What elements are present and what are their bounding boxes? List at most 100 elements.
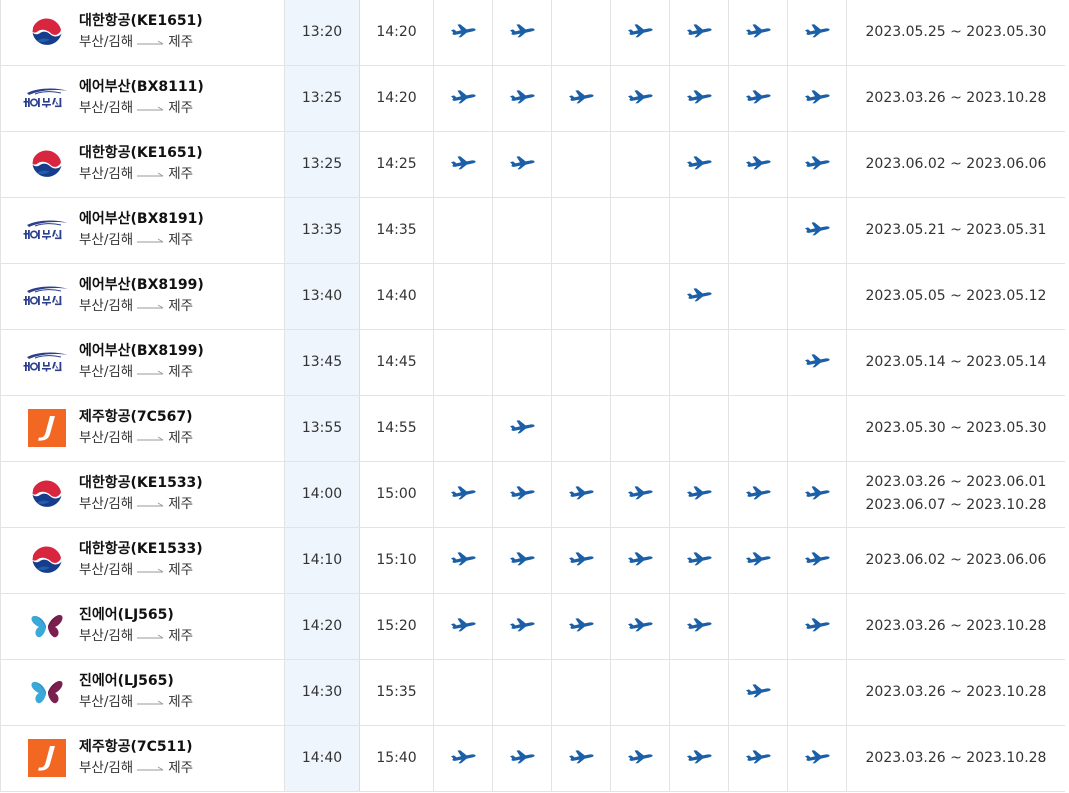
- day-cell: [728, 263, 788, 330]
- day-cell: [492, 197, 552, 264]
- route-origin: 부산/김해: [79, 760, 134, 776]
- airline-flight-name: 에어부산(BX8199): [79, 277, 204, 293]
- route-destination: 제주: [168, 694, 194, 710]
- airplane-icon: [687, 90, 712, 104]
- flight-row[interactable]: 에어부산(BX8199) 부산/김해 제주 13:40 14:40 2023.0…: [0, 263, 1065, 330]
- airline-logo: [23, 210, 71, 250]
- airline-logo: [23, 78, 71, 118]
- airplane-icon: [510, 420, 535, 434]
- airplane-icon: [805, 156, 830, 170]
- departure-time: 13:35: [284, 197, 360, 264]
- flight-row[interactable]: 에어부산(BX8111) 부산/김해 제주 13:25 14:20 2023.0…: [0, 65, 1065, 132]
- day-cell: [433, 527, 493, 594]
- airline-cell: 대한항공(KE1533) 부산/김해 제주: [0, 527, 285, 594]
- departure-time: 13:25: [284, 131, 360, 198]
- route-arrow-icon: [137, 106, 164, 111]
- day-cell: [787, 0, 847, 66]
- departure-time: 14:40: [284, 725, 360, 792]
- air-busan-logo: [23, 352, 68, 372]
- day-cell: [551, 659, 611, 726]
- day-cell: [728, 395, 788, 462]
- airplane-icon: [510, 156, 535, 170]
- airplane-icon: [746, 90, 771, 104]
- airplane-icon: [628, 24, 653, 38]
- airplane-icon: [687, 618, 712, 632]
- airplane-icon: [805, 486, 830, 500]
- arrival-time: 15:00: [359, 461, 434, 528]
- day-cell: [787, 593, 847, 660]
- airplane-icon: [687, 486, 712, 500]
- route-origin: 부산/김해: [79, 298, 134, 314]
- korean-air-taegeuk-logo: [32, 149, 62, 179]
- flight-row[interactable]: 에어부산(BX8191) 부산/김해 제주 13:35 14:35 2023.0…: [0, 197, 1065, 264]
- day-cell: [433, 131, 493, 198]
- route-destination: 제주: [168, 298, 194, 314]
- airplane-icon: [628, 90, 653, 104]
- route-arrow-icon: [137, 238, 164, 243]
- flight-row[interactable]: 대한항공(KE1651) 부산/김해 제주 13:20 14:20 2023.0…: [0, 0, 1065, 66]
- airplane-icon: [687, 750, 712, 764]
- day-cell: [669, 593, 729, 660]
- airplane-icon: [746, 156, 771, 170]
- day-cell: [433, 461, 493, 528]
- route: 부산/김해 제주: [79, 361, 204, 383]
- airplane-icon: [687, 156, 712, 170]
- day-cell: [669, 725, 729, 792]
- arrival-time: 15:10: [359, 527, 434, 594]
- day-cell: [492, 0, 552, 66]
- flight-row[interactable]: 대한항공(KE1651) 부산/김해 제주 13:25 14:25 2023.0…: [0, 131, 1065, 198]
- flight-row[interactable]: 대한항공(KE1533) 부산/김해 제주 14:10 15:10 2023.0…: [0, 527, 1065, 594]
- arrival-time: 14:45: [359, 329, 434, 396]
- day-cell: [610, 131, 670, 198]
- flight-row[interactable]: 제주항공(7C511) 부산/김해 제주 14:40 15:40 2023.03…: [0, 725, 1065, 792]
- operation-period: 2023.05.25 ~ 2023.05.30: [846, 0, 1065, 66]
- operation-period: 2023.03.26 ~ 2023.06.01 2023.06.07 ~ 2023…: [846, 461, 1065, 528]
- flight-row[interactable]: 진에어(LJ565) 부산/김해 제주 14:20 15:20 2023.03.…: [0, 593, 1065, 660]
- day-cell: [551, 725, 611, 792]
- day-cell: [492, 527, 552, 594]
- day-cell: [669, 131, 729, 198]
- airline-cell: 대한항공(KE1651) 부산/김해 제주: [0, 131, 285, 198]
- route-destination: 제주: [168, 562, 194, 578]
- route-destination: 제주: [168, 166, 194, 182]
- airplane-icon: [805, 90, 830, 104]
- airline-cell: 대한항공(KE1651) 부산/김해 제주: [0, 0, 285, 66]
- airplane-icon: [451, 750, 476, 764]
- day-cell: [433, 593, 493, 660]
- flight-row[interactable]: 대한항공(KE1533) 부산/김해 제주 14:00 15:00 2023.0…: [0, 461, 1065, 528]
- route-destination: 제주: [168, 628, 194, 644]
- day-cell: [492, 461, 552, 528]
- flight-row[interactable]: 진에어(LJ565) 부산/김해 제주 14:30 15:35 2023.03.…: [0, 659, 1065, 726]
- route-origin: 부산/김해: [79, 100, 134, 116]
- day-cell: [728, 527, 788, 594]
- route: 부산/김해 제주: [79, 691, 193, 713]
- airline-flight-name: 제주항공(7C567): [79, 409, 193, 425]
- day-cell: [610, 593, 670, 660]
- flight-row[interactable]: 제주항공(7C567) 부산/김해 제주 13:55 14:55 2023.05…: [0, 395, 1065, 462]
- day-cell: [551, 0, 611, 66]
- day-cell: [551, 593, 611, 660]
- flight-row[interactable]: 에어부산(BX8199) 부산/김해 제주 13:45 14:45 2023.0…: [0, 329, 1065, 396]
- day-cell: [610, 329, 670, 396]
- arrival-time: 14:35: [359, 197, 434, 264]
- route-arrow-icon: [137, 370, 164, 375]
- korean-air-taegeuk-logo: [32, 479, 62, 509]
- day-cell: [610, 527, 670, 594]
- period-range: 2023.03.26 ~ 2023.06.01: [865, 474, 1047, 490]
- day-cell: [492, 593, 552, 660]
- day-cell: [787, 131, 847, 198]
- day-cell: [669, 0, 729, 66]
- route-arrow-icon: [137, 634, 164, 639]
- period-range: 2023.03.26 ~ 2023.10.28: [865, 617, 1047, 634]
- airline-cell: 진에어(LJ565) 부산/김해 제주: [0, 659, 285, 726]
- airplane-icon: [805, 750, 830, 764]
- airline-logo: [23, 474, 71, 514]
- route-origin: 부산/김해: [79, 166, 134, 182]
- route-destination: 제주: [168, 34, 194, 51]
- period-range: 2023.05.21 ~ 2023.05.31: [865, 221, 1047, 238]
- day-cell: [787, 263, 847, 330]
- arrival-time: 15:20: [359, 593, 434, 660]
- route-arrow-icon: [137, 436, 164, 441]
- route-arrow-icon: [137, 568, 164, 573]
- route-origin: 부산/김해: [79, 34, 134, 51]
